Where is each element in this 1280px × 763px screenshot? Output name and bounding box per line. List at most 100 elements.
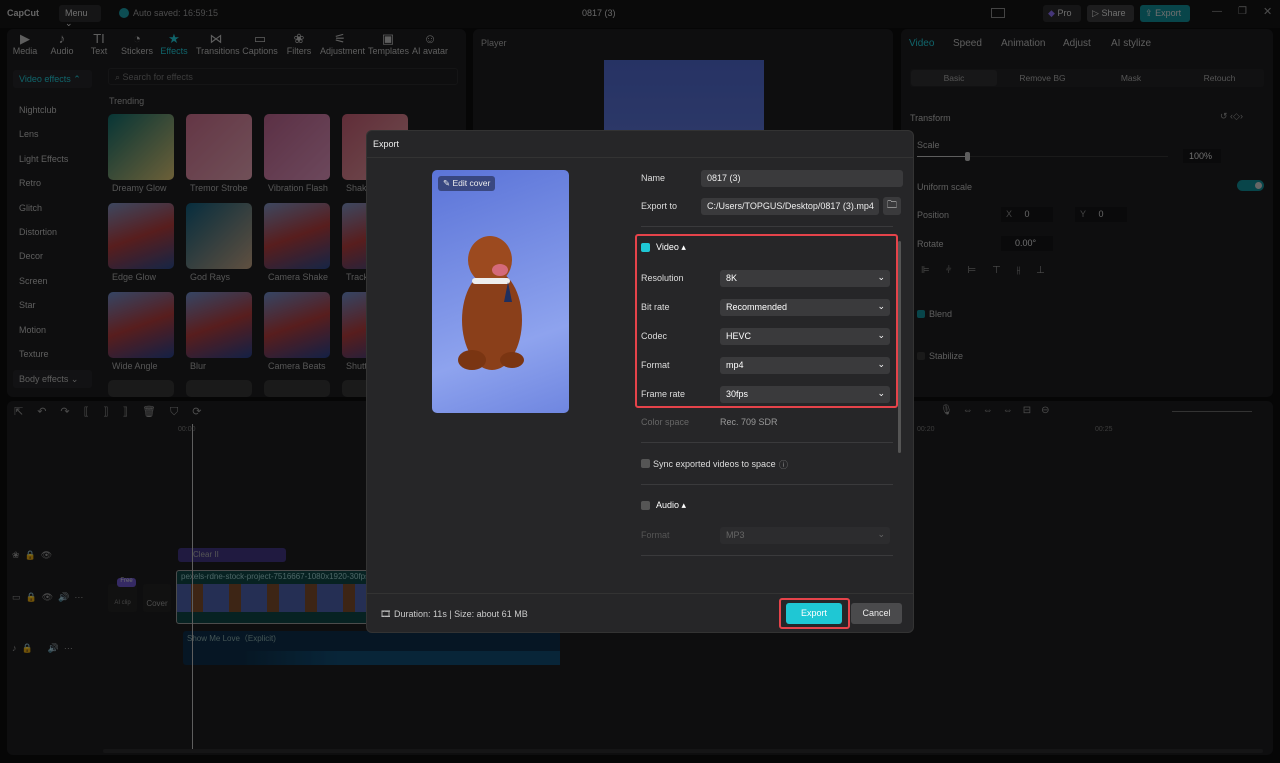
setting-codec-select[interactable]: HEVC⌄ xyxy=(720,328,890,345)
timeline-scrollbar[interactable] xyxy=(103,749,1263,753)
effect-thumbnail[interactable] xyxy=(186,203,252,269)
export-top-button[interactable]: ⇪ Export xyxy=(1140,5,1190,22)
effect-thumbnail[interactable] xyxy=(264,203,330,269)
position-x-input[interactable]: X 0 xyxy=(1001,207,1053,222)
align-buttons[interactable]: ⊫⫩⊨⊤⫲⊥ xyxy=(917,265,1133,280)
tab-text[interactable]: TIText xyxy=(79,32,119,56)
rotate-input[interactable]: 0.00° xyxy=(1001,236,1053,251)
effect-thumbnail[interactable] xyxy=(108,292,174,358)
audio-track-controls[interactable]: ♪ 🔒 🔊 ⋯ xyxy=(12,643,73,654)
tab-adjustment[interactable]: ⚟Adjustment xyxy=(320,32,360,56)
video-effects-dropdown[interactable]: Video effects ⌃ xyxy=(13,70,92,88)
tab-templates[interactable]: ▣Templates xyxy=(368,32,408,56)
setting-resolution-select[interactable]: 8K⌄ xyxy=(720,270,890,287)
dialog-scrollbar[interactable] xyxy=(898,241,901,453)
effect-thumbnail[interactable] xyxy=(108,380,174,397)
tab-captions[interactable]: ▭Captions xyxy=(240,32,280,56)
share-button[interactable]: ▷ Share xyxy=(1087,5,1134,22)
inspector-tab-adjust[interactable]: Adjust xyxy=(1063,38,1091,49)
tab-label: Stickers xyxy=(117,46,157,56)
trending-heading: Trending xyxy=(109,96,144,106)
scale-slider[interactable] xyxy=(917,156,1168,157)
inspector-tab-ai-stylize[interactable]: AI stylize xyxy=(1111,38,1151,49)
category-star[interactable]: Star xyxy=(19,300,36,310)
video-section-label[interactable]: Video ▴ xyxy=(656,242,686,253)
effect-clip[interactable]: Clear II xyxy=(178,548,286,562)
category-nightclub[interactable]: Nightclub xyxy=(19,105,57,115)
effect-thumbnail[interactable] xyxy=(186,114,252,180)
audio-section-label[interactable]: Audio ▴ xyxy=(656,500,686,511)
setting-bit-rate-select[interactable]: Recommended⌄ xyxy=(720,299,890,316)
tab-transitions[interactable]: ⋈Transitions xyxy=(196,32,236,56)
uniform-scale-toggle[interactable] xyxy=(1237,180,1264,191)
export-path-input[interactable]: C:/Users/TOPGUS/Desktop/0817 (3).mp4 xyxy=(701,198,879,215)
category-texture[interactable]: Texture xyxy=(19,349,49,359)
effect-thumbnail[interactable] xyxy=(264,380,330,397)
close-icon[interactable]: ✕ xyxy=(1263,5,1272,18)
setting-format-select[interactable]: mp4⌄ xyxy=(720,357,890,374)
category-retro[interactable]: Retro xyxy=(19,178,41,188)
sync-checkbox[interactable] xyxy=(641,459,650,468)
tab-label: Text xyxy=(79,46,119,56)
timeline-toolbar[interactable]: ⇱↶↷⟦⟧⟧🗑⛉⟳ xyxy=(14,405,215,419)
video-track-controls[interactable]: ▭ 🔒 👁 🔊 ⋯ xyxy=(12,592,83,603)
edit-cover-button[interactable]: ✎ Edit cover xyxy=(438,176,495,191)
inspector-tab-animation[interactable]: Animation xyxy=(1001,38,1045,49)
tab-ai-avatar[interactable]: ☺AI avatar xyxy=(410,32,450,56)
scale-input[interactable]: 100% xyxy=(1183,149,1221,163)
category-distortion[interactable]: Distortion xyxy=(19,227,57,237)
restore-icon[interactable]: ❐ xyxy=(1238,6,1247,17)
blend-checkbox[interactable] xyxy=(917,310,925,318)
category-decor[interactable]: Decor xyxy=(19,251,43,261)
tab-filters[interactable]: ❀Filters xyxy=(279,32,319,56)
tab-stickers[interactable]: ◔Stickers xyxy=(117,32,157,56)
audio-format-select[interactable]: MP3⌄ xyxy=(720,527,890,544)
audio-clip[interactable]: Show Me Love（Explicit) xyxy=(183,631,560,665)
tab-effects[interactable]: ★Effects xyxy=(154,32,194,56)
category-motion[interactable]: Motion xyxy=(19,325,46,335)
category-lens[interactable]: Lens xyxy=(19,129,39,139)
effect-thumbnail[interactable] xyxy=(264,292,330,358)
inspector-tab-video[interactable]: Video xyxy=(909,38,934,49)
export-button[interactable]: Export xyxy=(786,603,842,624)
position-y-input[interactable]: Y 0 xyxy=(1075,207,1127,222)
subtab-remove-bg[interactable]: Remove BG xyxy=(1000,70,1086,86)
effect-thumbnail[interactable] xyxy=(108,114,174,180)
folder-icon[interactable]: 🗀 xyxy=(883,197,901,215)
category-glitch[interactable]: Glitch xyxy=(19,203,42,213)
video-checkbox[interactable] xyxy=(641,243,650,252)
pro-button[interactable]: ◆ Pro xyxy=(1043,5,1081,22)
help-icon[interactable]: ⓘ xyxy=(779,458,788,471)
tab-media[interactable]: ▶Media xyxy=(5,32,45,56)
ai-clip-button[interactable]: AI clip xyxy=(108,584,137,612)
search-input[interactable]: ⌕ Search for effects xyxy=(108,68,458,85)
effect-track-controls[interactable]: ❀ 🔒 👁 xyxy=(12,550,52,561)
scale-slider-handle[interactable] xyxy=(965,152,970,161)
audio-checkbox[interactable] xyxy=(641,501,650,510)
setting-frame-rate-select[interactable]: 30fps⌄ xyxy=(720,386,890,403)
zoom-slider[interactable] xyxy=(1172,411,1252,412)
category-screen[interactable]: Screen xyxy=(19,276,48,286)
stabilize-checkbox[interactable] xyxy=(917,352,925,360)
cover-button[interactable]: Cover xyxy=(143,584,171,612)
menu-button[interactable]: Menu ⌄ xyxy=(59,5,101,22)
cancel-button[interactable]: Cancel xyxy=(851,603,902,624)
effect-thumbnail[interactable] xyxy=(186,292,252,358)
name-input[interactable]: 0817 (3) xyxy=(701,170,903,187)
video-clip[interactable]: pexels-rdne-stock-project-7516667-1080x1… xyxy=(176,570,371,624)
subtab-retouch[interactable]: Retouch xyxy=(1177,70,1263,86)
subtab-basic[interactable]: Basic xyxy=(911,70,997,86)
playhead[interactable] xyxy=(192,424,193,749)
body-effects-dropdown[interactable]: Body effects ⌄ xyxy=(13,370,92,388)
tab-audio[interactable]: ♪Audio xyxy=(42,32,82,56)
effect-thumbnail[interactable] xyxy=(108,203,174,269)
minimize-icon[interactable]: — xyxy=(1212,6,1222,17)
category-light-effects[interactable]: Light Effects xyxy=(19,154,68,164)
effect-thumbnail[interactable] xyxy=(264,114,330,180)
chevron-down-icon: ⌄ xyxy=(877,359,885,370)
effect-thumbnail[interactable] xyxy=(186,380,252,397)
subtab-mask[interactable]: Mask xyxy=(1088,70,1174,86)
reset-icon[interactable]: ↺ ‹◇› xyxy=(1220,111,1243,122)
inspector-tab-speed[interactable]: Speed xyxy=(953,38,982,49)
layout-icon[interactable] xyxy=(991,8,1005,18)
